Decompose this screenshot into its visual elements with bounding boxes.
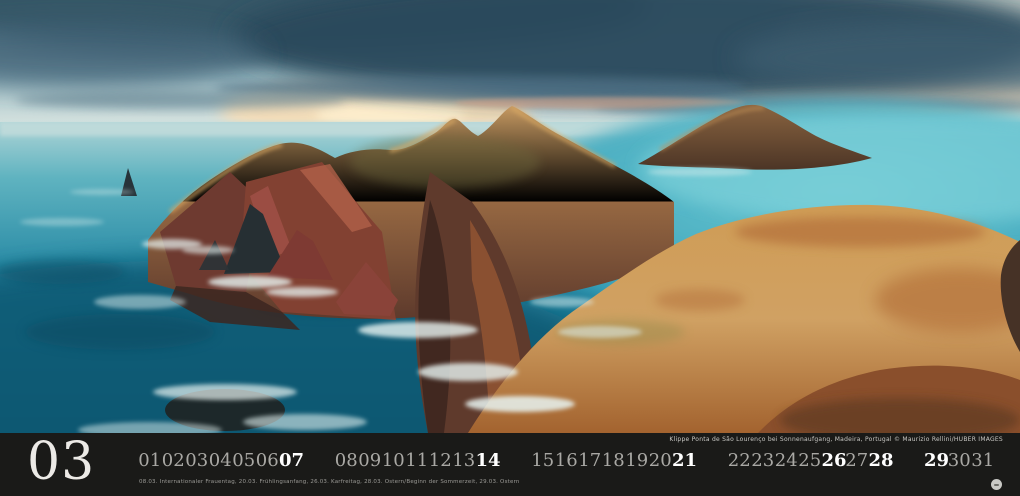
day-number: 02 [162,451,186,471]
holidays-footnote: 08.03. Internationaler Frauentag, 20.03.… [139,479,520,486]
day-number: 25 [798,451,822,471]
foam-9 [153,384,297,400]
day-number: 09 [358,451,382,471]
calendar-bar: Klippe Ponta de São Lourenço bei Sonnena… [0,433,1020,496]
foam-12 [558,326,642,338]
water-texture-1 [25,314,215,350]
photo-caption: Klippe Ponta de São Lourenço bei Sonnena… [669,436,1003,444]
day-number: 27 [845,451,869,471]
day-number: 20 [649,451,673,471]
day-number: 15 [531,451,555,471]
date-strip: 01020304050607 08091011121314 151617181920… [138,451,995,471]
foam-15 [20,218,104,226]
day-number: 08 [335,451,359,471]
week-group: 293031 [924,451,995,471]
foam-1 [208,276,292,288]
day-number: 17 [578,451,602,471]
day-number: 03 [185,451,209,471]
logo-mark [994,484,999,486]
day-number: 10 [382,451,406,471]
russet-patch-3 [655,289,745,311]
week-group: 22232425262728 [728,451,893,471]
day-number: 30 [948,451,972,471]
foam-2 [266,287,338,297]
day-number: 18 [602,451,626,471]
day-number: 13 [452,451,476,471]
week-group: 01020304050607 [138,451,303,471]
day-number-highlighted: 07 [279,451,303,471]
day-number: 06 [256,451,280,471]
publisher-logo-icon [991,479,1002,490]
day-number: 01 [138,451,162,471]
week-group: 08091011121314 [335,451,500,471]
foam-4 [142,239,202,249]
day-number-highlighted: 26 [822,451,846,471]
headland-green-tint [350,136,540,188]
foam-14 [648,168,752,176]
foam-7 [418,363,518,381]
foam-6 [358,322,478,338]
cloud-streak-3 [15,91,345,109]
day-number-highlighted: 21 [672,451,696,471]
foam-8 [465,396,575,412]
day-number-highlighted: 28 [869,451,893,471]
foam-16 [70,189,134,195]
day-number: 23 [751,451,775,471]
photo-area [0,0,1020,433]
day-number-highlighted: 14 [476,451,500,471]
day-number: 19 [625,451,649,471]
week-group: 15161718192021 [531,451,696,471]
foam-10 [243,414,367,430]
day-number: 31 [971,451,995,471]
water-texture-3 [0,260,125,284]
day-number: 16 [555,451,579,471]
day-number: 22 [728,451,752,471]
month-number: 03 [27,436,95,488]
cloud-peach-streak-1 [455,97,745,109]
day-number: 04 [209,451,233,471]
foam-5 [94,295,186,309]
day-number-highlighted: 29 [924,451,948,471]
day-number: 24 [775,451,799,471]
day-number: 11 [405,451,429,471]
foam-13 [530,297,594,307]
landscape-artwork [0,0,1020,433]
day-number: 05 [232,451,256,471]
russet-patch-1 [735,217,985,247]
calendar-page: Klippe Ponta de São Lourenço bei Sonnena… [0,0,1020,496]
day-number: 12 [429,451,453,471]
